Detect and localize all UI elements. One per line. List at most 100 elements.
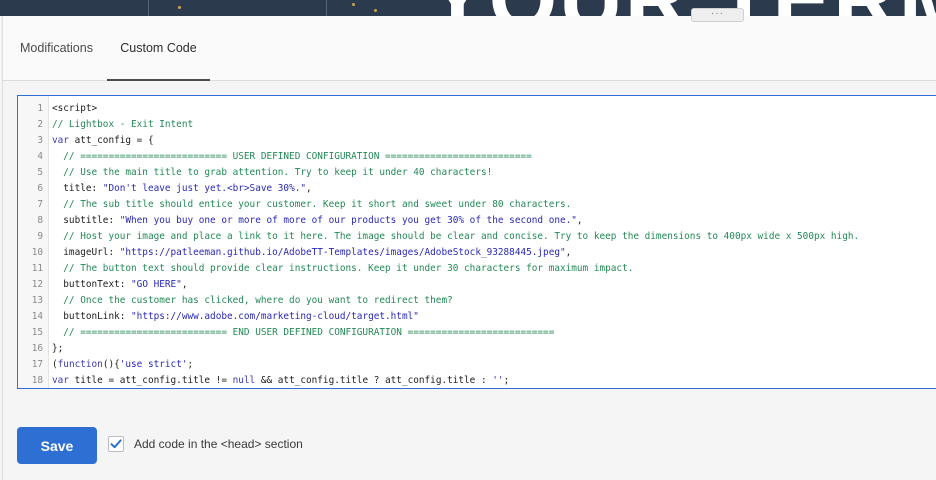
line-number: 18: [31, 375, 43, 386]
code-token: // Host your image and place a link to i…: [52, 231, 860, 242]
code-token: // The button text should provide clear …: [52, 263, 634, 274]
code-text: // ========================== USER DEFIN…: [52, 149, 532, 165]
line-number: 4: [37, 151, 43, 162]
code-token: "GO HERE": [131, 279, 182, 290]
code-token: };: [52, 343, 64, 354]
checkmark-icon: [110, 439, 122, 449]
head-section-checkbox[interactable]: [108, 436, 124, 452]
code-token: title = att_config.title !=: [68, 375, 233, 386]
code-text: // Lightbox - Exit Intent: [52, 117, 193, 133]
ellipsis-icon[interactable]: ···: [691, 8, 744, 22]
header-banner-image: YOUR TERMS: [0, 0, 936, 16]
code-token: (){: [102, 359, 120, 370]
code-token: && att_config.title ? att_config.title :: [255, 375, 493, 386]
code-text: // The sub title should entice your cust…: [52, 197, 571, 213]
line-number: 5: [37, 167, 43, 178]
code-text: var att_config = {: [52, 133, 154, 149]
code-token: ,: [181, 279, 188, 290]
code-line: 14 buttonLink: "https://www.adobe.com/ma…: [18, 309, 936, 325]
line-number: 14: [31, 311, 43, 322]
code-token: 'use strict': [119, 359, 188, 370]
code-token: "https://patleeman.github.io/AdobeTT-Tem…: [119, 247, 566, 258]
tab-modifications[interactable]: Modifications: [20, 16, 93, 80]
line-number: 6: [37, 183, 43, 194]
line-number: 17: [31, 359, 43, 370]
line-number: 15: [31, 327, 43, 338]
code-token: var: [52, 375, 69, 386]
code-line: 10 imageUrl: "https://patleeman.github.i…: [18, 245, 936, 261]
code-editor[interactable]: 1 <script> 2 // Lightbox - Exit Intent 3 var …: [17, 95, 936, 389]
tab-custom-code[interactable]: Custom Code: [107, 16, 210, 81]
code-token: <script>: [52, 103, 98, 114]
code-line: 8 subtitle: "When you buy one or more of…: [18, 213, 936, 229]
line-number: 7: [37, 199, 43, 210]
code-line: 2 // Lightbox - Exit Intent: [18, 117, 936, 133]
code-token: var: [52, 135, 69, 146]
code-token: // Lightbox - Exit Intent: [52, 119, 194, 130]
code-line: 6 title: "Don't leave just yet.<br>Save …: [18, 181, 936, 197]
code-line: 16};: [18, 341, 936, 357]
code-line: 11 // The button text should provide cle…: [18, 261, 936, 277]
code-line: 4 // ========================== USER DEF…: [18, 149, 936, 165]
banner-divider: [326, 0, 327, 16]
code-text: buttonLink: "https://www.adobe.com/marke…: [52, 309, 419, 325]
code-token: "Don't leave just yet.<br>Save 30%.": [102, 183, 307, 194]
code-token: '': [492, 375, 504, 386]
code-token: "https://www.adobe.com/marketing-cloud/t…: [131, 311, 419, 322]
code-token: imageUrl:: [52, 247, 120, 258]
code-text: buttonText: "GO HERE",: [52, 277, 188, 293]
code-token: function: [57, 359, 103, 370]
code-line: 1 <script>: [18, 101, 936, 117]
code-token: title:: [52, 183, 103, 194]
code-token: "When you buy one or more of more of our…: [119, 215, 577, 226]
code-line: 5 // Use the main title to grab attentio…: [18, 165, 936, 181]
code-text: subtitle: "When you buy one or more of m…: [52, 213, 582, 229]
code-text: title: "Don't leave just yet.<br>Save 30…: [52, 181, 312, 197]
code-token: ;: [187, 359, 194, 370]
line-number: 3: [37, 135, 43, 146]
code-token: buttonLink:: [52, 311, 132, 322]
code-token: ;: [503, 375, 510, 386]
code-text: // ========================== END USER D…: [52, 325, 554, 341]
tab-bar: Modifications Custom Code: [3, 16, 936, 81]
code-token: subtitle:: [52, 215, 120, 226]
code-token: // ========================== END USER D…: [52, 327, 555, 338]
banner-decoration: [352, 3, 355, 6]
code-line: 9 // Host your image and place a link to…: [18, 229, 936, 245]
code-text: // Use the main title to grab attention.…: [52, 165, 492, 181]
code-token: // The sub title should entice your cust…: [52, 199, 572, 210]
line-number: 1: [37, 103, 43, 114]
code-line: 7 // The sub title should entice your cu…: [18, 197, 936, 213]
head-section-checkbox-label: Add code in the <head> section: [134, 437, 303, 451]
code-text: (function(){'use strict';: [52, 357, 193, 373]
code-token: // Use the main title to grab attention.…: [52, 167, 493, 178]
code-token: null: [232, 375, 256, 386]
banner-decoration: [374, 9, 377, 12]
line-number: 9: [37, 231, 43, 242]
banner-title: YOUR TERMS: [428, 0, 936, 16]
custom-code-panel: Modifications Custom Code ··· 1 <script> 2…: [2, 8, 936, 480]
code-line: 3 var att_config = {: [18, 133, 936, 149]
code-text: <script>: [52, 101, 97, 117]
line-number: 12: [31, 279, 43, 290]
code-token: ,: [565, 247, 572, 258]
code-token: // Once the customer has clicked, where …: [52, 295, 453, 306]
line-number: 10: [31, 247, 43, 258]
code-text: // The button text should provide clear …: [52, 261, 633, 277]
line-number: 11: [31, 263, 43, 274]
line-number: 8: [37, 215, 43, 226]
line-number: 2: [37, 119, 43, 130]
code-line: 17 (function(){'use strict';: [18, 357, 936, 373]
code-text: var title = att_config.title != null && …: [52, 373, 510, 388]
banner-divider: [148, 0, 149, 16]
code-line: 15 // ========================== END USE…: [18, 325, 936, 341]
code-text: // Once the customer has clicked, where …: [52, 293, 453, 309]
save-button[interactable]: Save: [17, 427, 97, 464]
banner-decoration: [178, 6, 181, 9]
code-text: };: [52, 341, 63, 357]
code-text: // Host your image and place a link to i…: [52, 229, 859, 245]
code-line: 13 // Once the customer has clicked, whe…: [18, 293, 936, 309]
code-token: // ========================== USER DEFIN…: [52, 151, 532, 162]
code-text: imageUrl: "https://patleeman.github.io/A…: [52, 245, 571, 261]
code-token: ,: [306, 183, 312, 194]
